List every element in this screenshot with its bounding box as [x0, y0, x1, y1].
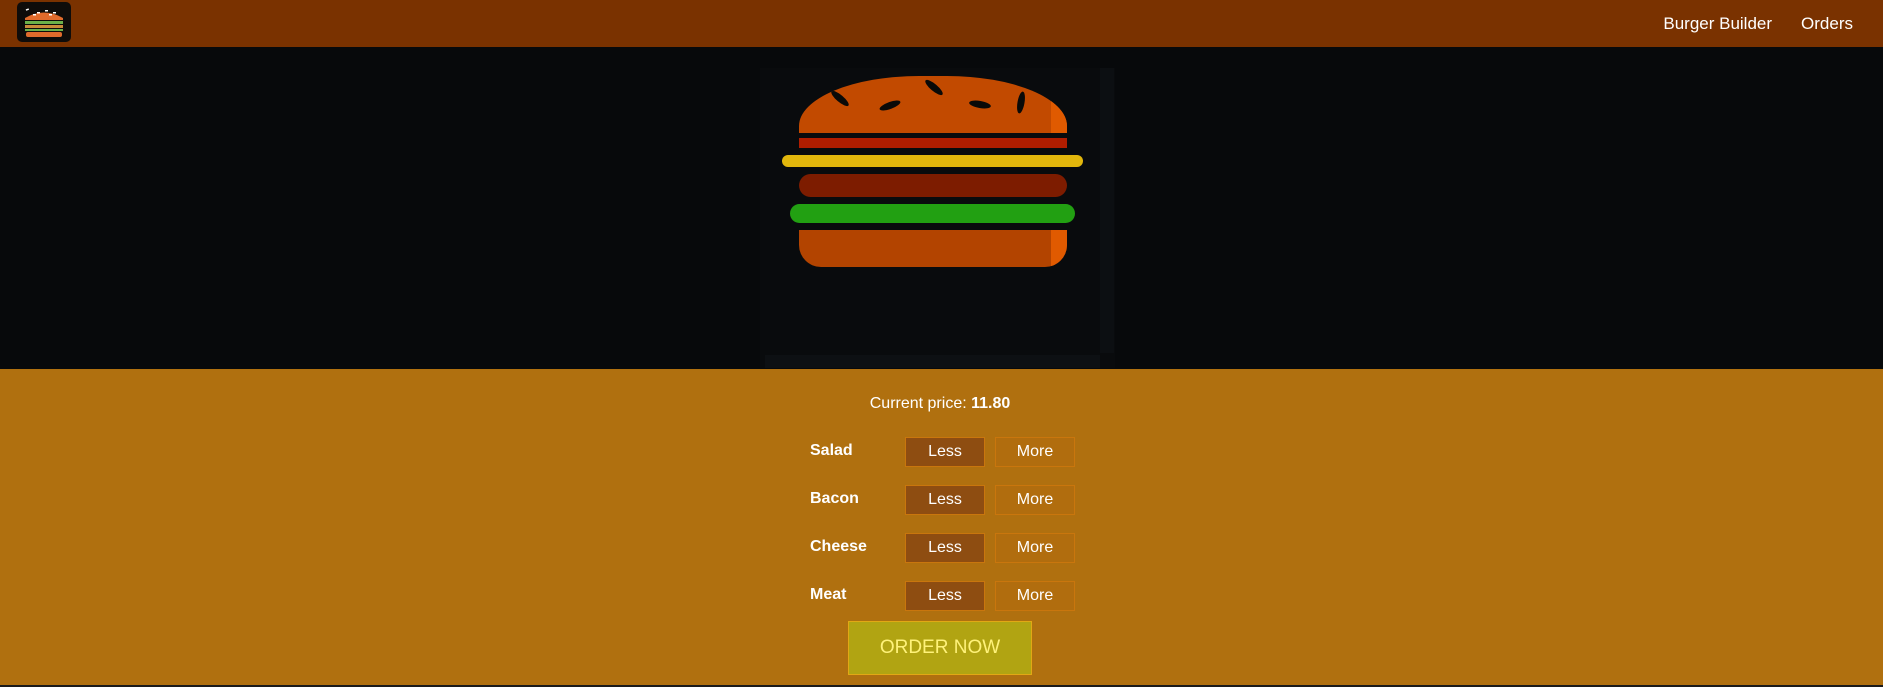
order-now-button[interactable]: ORDER NOW: [848, 621, 1032, 675]
meat-layer: [799, 138, 1067, 148]
ingredient-label: Cheese: [810, 538, 867, 555]
build-controls: Current price: 11.80 Salad Less More Bac…: [0, 369, 1883, 687]
toolbar: Burger Builder Orders: [0, 0, 1883, 47]
meat-more-button[interactable]: More: [995, 581, 1075, 611]
cheese-more-button[interactable]: More: [995, 533, 1075, 563]
meat-layer: [799, 174, 1067, 197]
salad-more-button[interactable]: More: [995, 437, 1075, 467]
ingredient-label: Meat: [810, 586, 847, 603]
seed: [1015, 91, 1027, 114]
bacon-less-button[interactable]: Less: [905, 485, 985, 515]
seed: [878, 98, 902, 113]
cheese-layer: [782, 155, 1083, 167]
ingredient-label: Salad: [810, 442, 853, 459]
price-value: 11.80: [971, 395, 1011, 412]
main-nav: Burger Builder Orders: [1663, 0, 1883, 47]
burger-logo-icon[interactable]: [17, 2, 71, 42]
nav-link-orders[interactable]: Orders: [1801, 14, 1853, 34]
cheese-less-button[interactable]: Less: [905, 533, 985, 563]
seed: [829, 88, 851, 109]
nav-link-burger-builder[interactable]: Burger Builder: [1663, 14, 1772, 34]
bread-bottom-shade: [1051, 230, 1067, 267]
horizontal-scrollbar[interactable]: [765, 355, 1100, 368]
seed: [923, 77, 945, 98]
bacon-more-button[interactable]: More: [995, 485, 1075, 515]
price-label: Current price:: [869, 395, 967, 412]
seed: [968, 99, 992, 110]
salad-less-button[interactable]: Less: [905, 437, 985, 467]
bread-top-shade: [1051, 76, 1067, 133]
current-price: Current price: 11.80: [0, 395, 1880, 413]
bread-bottom: [799, 230, 1067, 267]
salad-layer: [790, 204, 1075, 223]
vertical-scrollbar[interactable]: [1100, 68, 1114, 353]
meat-less-button[interactable]: Less: [905, 581, 985, 611]
ingredient-label: Bacon: [810, 490, 859, 507]
